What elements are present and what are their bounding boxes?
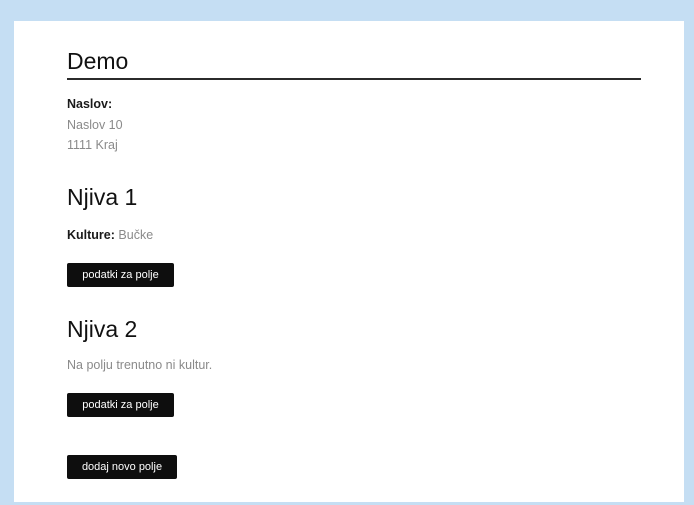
address-label: Naslov: [67, 97, 113, 111]
crops-label: Kulture: [67, 228, 115, 242]
address-line-1: Naslov 10 [67, 118, 123, 132]
page-title: Demo [67, 48, 129, 74]
title-divider [67, 78, 641, 80]
field-2-details-button[interactable]: podatki za polje [67, 393, 174, 417]
field-2-no-crops-text: Na polju trenutno ni kultur. [67, 358, 213, 372]
field-title-njiva-1: Njiva 1 [67, 184, 138, 210]
field-1-crops: Kulture: Bučke [67, 228, 153, 242]
add-field-button[interactable]: dodaj novo polje [67, 455, 177, 479]
crops-value: Bučke [118, 228, 154, 242]
field-title-njiva-2: Njiva 2 [67, 316, 138, 342]
address-line-2: 1111 Kraj [67, 138, 118, 152]
field-1-details-button[interactable]: podatki za polje [67, 263, 174, 287]
content-card: Demo Naslov: Naslov 10 1111 Kraj Njiva 1… [14, 21, 684, 502]
